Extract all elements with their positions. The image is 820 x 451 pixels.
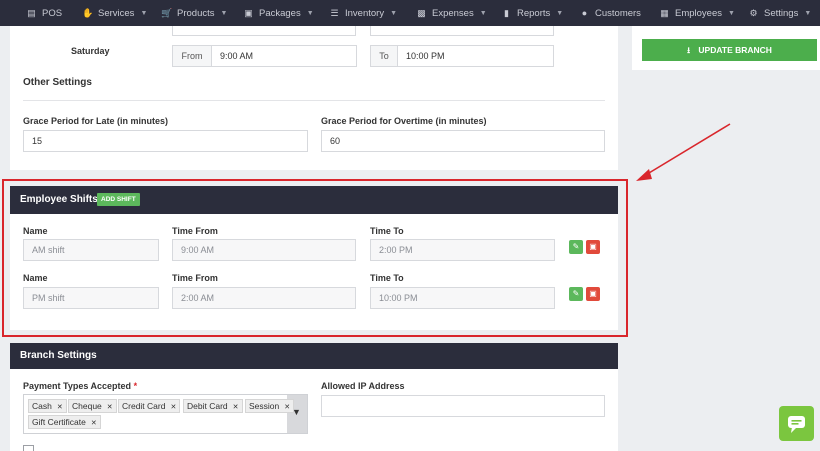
update-branch-button[interactable]: ⭳ UPDATE BRANCH (642, 39, 817, 61)
nav-item-label: Customers (595, 7, 641, 19)
close-icon[interactable]: ✕ (107, 404, 113, 411)
close-icon[interactable]: ✕ (57, 404, 63, 411)
nav-item-label: Packages (259, 7, 301, 19)
grace-late-input[interactable]: 15 (23, 130, 308, 152)
grace-overtime-label: Grace Period for Overtime (in minutes) (321, 116, 487, 126)
other-settings-title: Other Settings (23, 77, 92, 88)
close-icon[interactable]: ✕ (170, 404, 176, 411)
nav-item-label: POS (42, 7, 63, 19)
chat-bubble-icon (788, 416, 805, 433)
update-branch-label: UPDATE BRANCH (698, 45, 772, 55)
allowed-ip-label: Allowed IP Address (321, 381, 405, 391)
close-icon[interactable]: ✕ (91, 420, 97, 427)
nav-item-inventory[interactable]: ☰ Inventory ▼ (329, 0, 397, 26)
users-icon: ● (581, 8, 588, 18)
payment-tag[interactable]: Session ✕ (245, 399, 295, 413)
hand-icon: ✋ (82, 7, 94, 18)
saturday-label: Saturday (71, 46, 110, 56)
divider (23, 100, 605, 101)
chevron-down-icon: ▼ (479, 9, 487, 17)
payment-tag[interactable]: Cash ✕ (28, 399, 67, 413)
payment-tag-label: Cheque (72, 401, 102, 411)
friday-from-input-cut[interactable] (172, 26, 356, 36)
nav-item-label: Employees (675, 7, 722, 19)
grace-late-label: Grace Period for Late (in minutes) (23, 116, 169, 126)
download-icon: ⭳ (687, 45, 691, 55)
nav-item-products[interactable]: 🛒 Products ▼ (161, 0, 227, 26)
box-icon: ▣ (244, 7, 253, 18)
to-addon: To (370, 45, 398, 67)
payment-tag[interactable]: Gift Certificate ✕ (28, 415, 101, 429)
payment-tag-label: Credit Card (122, 401, 166, 411)
nav-item-services[interactable]: ✋ Services ▼ (82, 0, 147, 26)
nav-item-label: Products (177, 7, 215, 19)
highlight-box (2, 179, 628, 337)
briefcase-icon: ▦ (660, 7, 669, 18)
payment-tag-label: Debit Card (187, 401, 228, 411)
close-icon[interactable]: ✕ (233, 404, 239, 411)
nav-item-label: Expenses (432, 7, 474, 19)
chevron-down-icon: ▼ (220, 9, 228, 17)
nav-item-label: Reports (517, 7, 551, 19)
top-navigation-bar: ▤ POS ✋ Services ▼ 🛒 Products ▼ ▣ Packag… (0, 0, 820, 26)
nav-item-label: Settings (764, 7, 799, 19)
nav-item-packages[interactable]: ▣ Packages ▼ (243, 0, 314, 26)
saturday-from-input[interactable]: 9:00 AM (211, 45, 357, 67)
nav-item-reports[interactable]: ▮ Reports ▼ (501, 0, 563, 26)
nav-item-settings[interactable]: ⚙ Settings ▼ (748, 0, 811, 26)
payment-types-label: Payment Types Accepted * (23, 381, 137, 391)
chevron-down-icon: ▼ (556, 9, 564, 17)
chat-widget-button[interactable] (779, 406, 814, 441)
payment-types-label-text: Payment Types Accepted (23, 381, 132, 391)
nav-item-employees[interactable]: ▦ Employees ▼ (659, 0, 735, 26)
chevron-down-icon: ▼ (804, 9, 812, 17)
nav-item-pos[interactable]: ▤ POS (26, 0, 62, 26)
nav-item-expenses[interactable]: ▩ Expenses ▼ (416, 0, 487, 26)
nav-item-customers[interactable]: ● Customers (579, 0, 641, 26)
required-mark: * (133, 381, 138, 391)
branch-settings-title: Branch Settings (20, 350, 97, 361)
from-addon: From (172, 45, 212, 67)
payment-tag-label: Cash (32, 401, 52, 411)
branch-settings-header: Branch Settings (10, 343, 618, 369)
annotation-arrow (636, 123, 731, 181)
nav-item-label: Inventory (345, 7, 385, 19)
money-icon: ▩ (417, 7, 426, 18)
payment-tag[interactable]: Credit Card ✕ (118, 399, 181, 413)
bar-chart-icon: ▮ (504, 7, 509, 18)
grace-overtime-input[interactable]: 60 (321, 130, 605, 152)
payment-tag[interactable]: Debit Card ✕ (183, 399, 243, 413)
chevron-down-icon: ▼ (306, 9, 314, 17)
chevron-down-icon: ▼ (140, 9, 148, 17)
close-icon[interactable]: ✕ (284, 404, 290, 411)
payment-tag-label: Session (249, 401, 280, 411)
pos-icon: ▤ (27, 7, 36, 18)
nav-item-label: Services (98, 7, 135, 19)
chevron-down-icon: ▼ (390, 9, 398, 17)
payment-tag[interactable]: Cheque ✕ (68, 399, 117, 413)
cart-icon: 🛒 (161, 7, 173, 18)
payment-tag-label: Gift Certificate (32, 417, 86, 427)
gear-icon: ⚙ (749, 7, 758, 18)
checkbox[interactable] (23, 445, 34, 451)
saturday-to-input[interactable]: 10:00 PM (397, 45, 554, 67)
chevron-down-icon: ▼ (728, 9, 735, 17)
allowed-ip-input[interactable] (321, 395, 605, 417)
friday-to-input-cut[interactable] (370, 26, 554, 36)
list-icon: ☰ (330, 7, 339, 18)
